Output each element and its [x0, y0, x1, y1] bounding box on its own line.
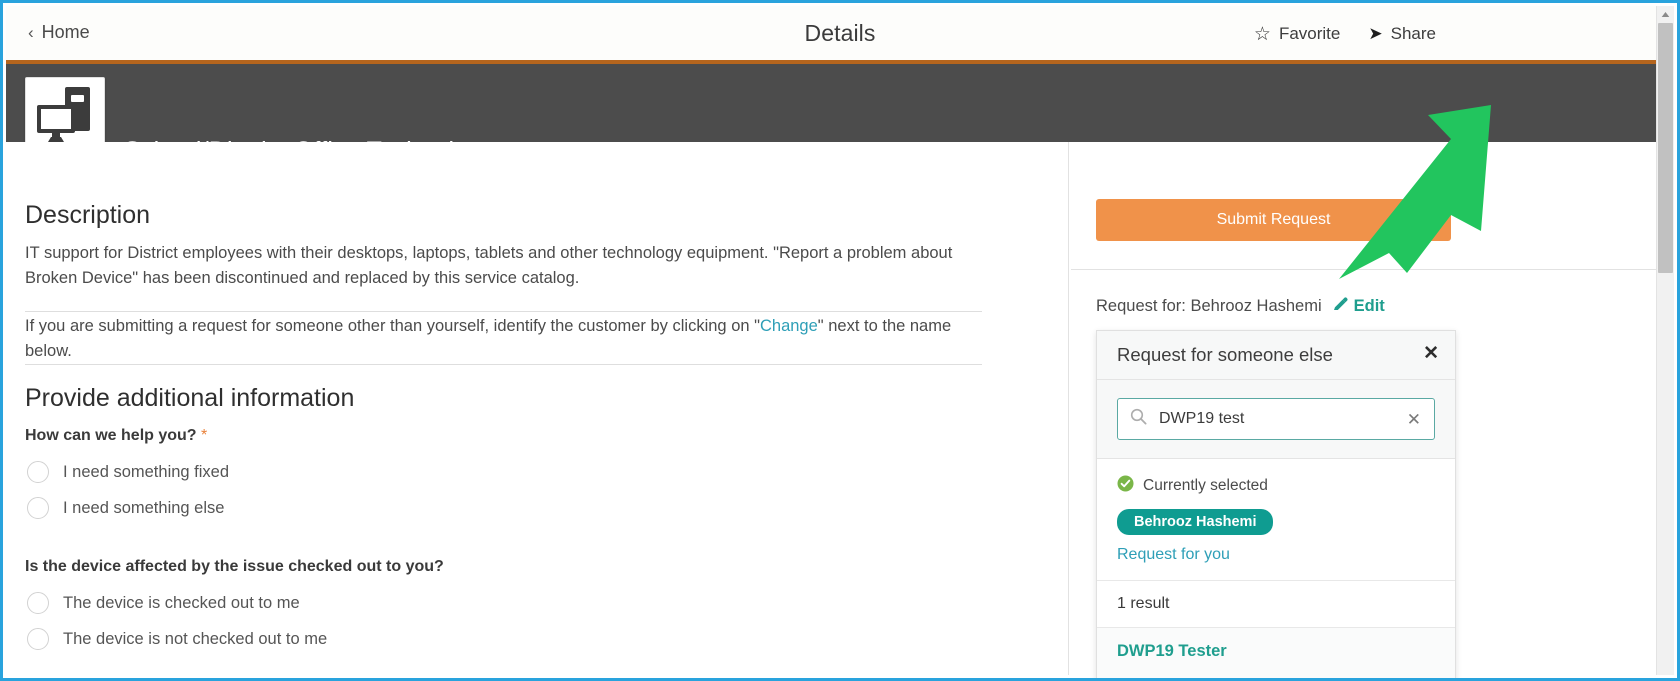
vertical-scrollbar-thumb[interactable] — [1658, 23, 1673, 273]
scroll-up-arrow-icon[interactable] — [1657, 6, 1674, 23]
check-circle-icon — [1117, 475, 1134, 497]
panel-divider-horizontal — [1071, 269, 1671, 270]
modal-search-area: ✕ — [1097, 380, 1455, 459]
clear-search-icon[interactable]: ✕ — [1407, 411, 1421, 428]
radio-circle-icon[interactable] — [27, 497, 49, 519]
selected-user-chip[interactable]: Behrooz Hashemi — [1117, 509, 1274, 535]
description-body: IT support for District employees with t… — [25, 244, 953, 287]
radio-option-fixed[interactable]: I need something fixed — [27, 461, 229, 483]
favorite-label: Favorite — [1278, 24, 1341, 43]
modal-header: Request for someone else ✕ — [1097, 331, 1455, 380]
request-for-row: Request for: Behrooz Hashemi Edit — [1096, 296, 1385, 317]
request-for-name: Behrooz Hashemi — [1190, 297, 1322, 315]
radio-option-checked-out[interactable]: The device is checked out to me — [27, 592, 300, 614]
currently-selected-section: Currently selected Behrooz Hashemi Reque… — [1097, 459, 1455, 581]
additional-info-heading: Provide additional information — [25, 384, 355, 412]
instruction-prefix: If you are submitting a request for some… — [25, 317, 760, 335]
question-2-text: Is the device affected by the issue chec… — [25, 558, 444, 575]
star-icon: ☆ — [1253, 23, 1271, 45]
request-for-someone-else-modal: Request for someone else ✕ ✕ — [1096, 330, 1456, 678]
search-result-item[interactable]: DWP19 Tester — [1097, 628, 1455, 678]
modal-title: Request for someone else — [1117, 344, 1333, 365]
radio-label: I need something fixed — [63, 462, 230, 481]
share-button[interactable]: ➤ Share — [1368, 24, 1436, 44]
radio-label: The device is not checked out to me — [63, 629, 328, 648]
submit-request-button[interactable]: Submit Request — [1096, 199, 1451, 241]
radio-label: I need something else — [63, 498, 225, 517]
description-heading: Description — [25, 201, 151, 229]
request-for-prefix: Request for: — [1096, 297, 1186, 315]
search-input[interactable] — [1157, 409, 1407, 429]
result-count-label: 1 result — [1097, 581, 1455, 628]
share-arrow-icon: ➤ — [1368, 23, 1383, 43]
radio-label: The device is checked out to me — [63, 593, 300, 612]
share-label: Share — [1390, 24, 1436, 43]
currently-selected-label: Currently selected — [1143, 477, 1268, 494]
radio-option-else[interactable]: I need something else — [27, 497, 224, 519]
instruction-paragraph: If you are submitting a request for some… — [25, 314, 985, 364]
pencil-icon[interactable] — [1332, 297, 1348, 318]
panel-divider — [1068, 142, 1069, 675]
radio-circle-icon[interactable] — [27, 592, 49, 614]
catalog-banner: School/District Office Technology Techno… — [6, 64, 1674, 187]
main-content: Description IT support for District empl… — [6, 142, 1068, 675]
close-icon[interactable]: ✕ — [1423, 344, 1439, 363]
favorite-button[interactable]: ☆ Favorite — [1254, 24, 1340, 44]
change-link[interactable]: Change — [760, 317, 818, 335]
divider — [25, 311, 982, 312]
currently-selected-row: Currently selected — [1117, 475, 1435, 497]
browser-viewport: ‹ Home Details ☆ Favorite ➤ Share School… — [0, 0, 1680, 681]
divider — [25, 364, 982, 365]
question-1-text: How can we help you? — [25, 427, 197, 444]
question-label-1: How can we help you? * — [25, 427, 207, 445]
radio-option-not-checked-out[interactable]: The device is not checked out to me — [27, 628, 327, 650]
top-actions: ☆ Favorite ➤ Share — [1254, 24, 1436, 44]
top-bar: ‹ Home Details ☆ Favorite ➤ Share — [6, 6, 1674, 60]
edit-link[interactable]: Edit — [1354, 297, 1385, 316]
radio-circle-icon[interactable] — [27, 461, 49, 483]
search-icon — [1130, 408, 1147, 430]
request-for-you-link[interactable]: Request for you — [1117, 546, 1435, 564]
search-box[interactable]: ✕ — [1117, 398, 1435, 440]
question-label-2: Is the device affected by the issue chec… — [25, 558, 444, 576]
required-asterisk: * — [201, 427, 208, 444]
radio-circle-icon[interactable] — [27, 628, 49, 650]
